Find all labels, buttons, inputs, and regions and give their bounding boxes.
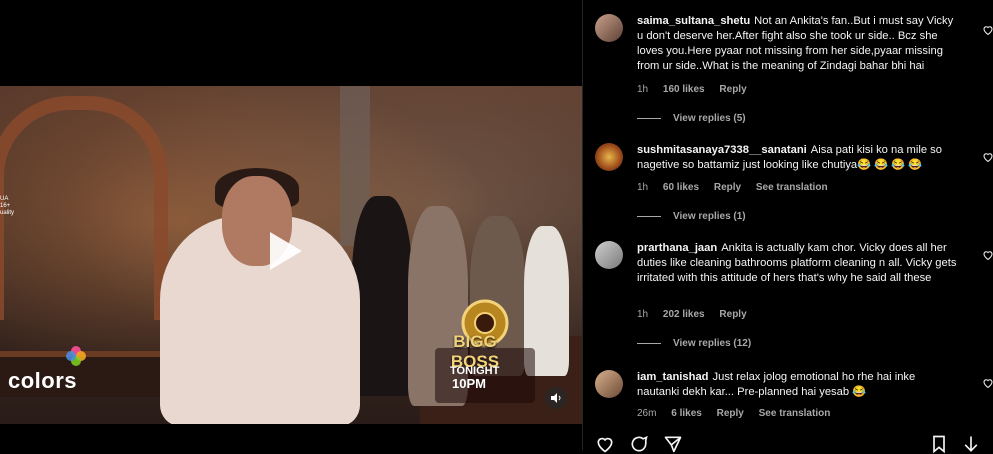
comment-likes[interactable]: 6 likes bbox=[671, 408, 702, 419]
heart-icon[interactable] bbox=[982, 377, 993, 389]
divider-line bbox=[637, 117, 661, 119]
avatar[interactable] bbox=[595, 14, 623, 42]
comment-username[interactable]: sushmitasanaya7338__sanatani bbox=[637, 144, 807, 156]
comment-meta: 1h 160 likes Reply bbox=[637, 84, 759, 95]
comments-pane[interactable]: saima_sultana_shetu Not an Ankita's fan..… bbox=[582, 0, 993, 454]
like-heart-icon[interactable] bbox=[595, 434, 615, 454]
view-replies-label: View replies (1) bbox=[673, 211, 746, 222]
comment-time: 1h bbox=[637, 182, 649, 193]
heart-icon[interactable] bbox=[982, 24, 993, 36]
avatar[interactable] bbox=[595, 143, 623, 171]
comment-reply-button[interactable]: Reply bbox=[719, 84, 746, 95]
share-icon[interactable] bbox=[663, 434, 683, 454]
colors-logo-text: colors bbox=[8, 368, 78, 393]
bookmark-icon[interactable] bbox=[929, 434, 949, 454]
comment-reply-button[interactable]: Reply bbox=[717, 408, 744, 419]
heart-icon[interactable] bbox=[982, 249, 993, 261]
avatar[interactable] bbox=[595, 370, 623, 398]
comment-body: prarthana_jaan Ankita is actually kam cho… bbox=[637, 241, 957, 286]
colors-logo-flower-icon bbox=[66, 346, 86, 366]
divider-line bbox=[637, 342, 661, 344]
view-replies-label: View replies (5) bbox=[673, 113, 746, 124]
comment-body: iam_tanishad Just relax jolog emotional h… bbox=[637, 370, 957, 400]
bigg-boss-time: 10PM bbox=[452, 376, 486, 391]
comment-icon[interactable] bbox=[629, 434, 649, 454]
comment-likes[interactable]: 60 likes bbox=[663, 182, 699, 193]
divider-line bbox=[637, 215, 661, 217]
view-replies-button[interactable]: View replies (5) bbox=[637, 113, 746, 124]
down-arrow-icon[interactable] bbox=[961, 434, 981, 454]
see-translation-button[interactable]: See translation bbox=[759, 408, 831, 419]
person-figure bbox=[352, 196, 412, 396]
comment-reply-button[interactable]: Reply bbox=[719, 309, 746, 320]
avatar[interactable] bbox=[595, 241, 623, 269]
comment-meta: 1h 60 likes Reply See translation bbox=[637, 182, 840, 193]
comment-likes[interactable]: 202 likes bbox=[663, 309, 705, 320]
comment-time: 1h bbox=[637, 309, 649, 320]
comment-username[interactable]: saima_sultana_shetu bbox=[637, 15, 750, 27]
comment-reply-button[interactable]: Reply bbox=[714, 182, 741, 193]
view-replies-label: View replies (12) bbox=[673, 338, 752, 349]
background-arch bbox=[0, 96, 168, 320]
comment-meta: 1h 202 likes Reply bbox=[637, 309, 759, 320]
comment-likes[interactable]: 160 likes bbox=[663, 84, 705, 95]
comment-time: 26m bbox=[637, 408, 657, 419]
see-translation-button[interactable]: See translation bbox=[756, 182, 828, 193]
mute-icon[interactable] bbox=[545, 387, 567, 409]
comment-username[interactable]: prarthana_jaan bbox=[637, 242, 717, 254]
view-replies-button[interactable]: View replies (1) bbox=[637, 211, 746, 222]
heart-icon[interactable] bbox=[982, 151, 993, 163]
comment-time: 1h bbox=[637, 84, 649, 95]
channel-rating-tag: UA 16+ uality bbox=[0, 196, 15, 216]
comment-body: sushmitasanaya7338__sanatani Aisa pati ki… bbox=[637, 143, 957, 173]
play-icon[interactable] bbox=[258, 226, 308, 276]
view-replies-button[interactable]: View replies (12) bbox=[637, 338, 751, 349]
video-pane[interactable]: UA 16+ uality colors BIGG BOSS TONIGHT 1… bbox=[0, 0, 582, 450]
comment-meta: 26m 6 likes Reply See translation bbox=[637, 408, 842, 419]
comment-body: saima_sultana_shetu Not an Ankita's fan..… bbox=[637, 14, 957, 74]
comment-username[interactable]: iam_tanishad bbox=[637, 371, 709, 383]
post-action-bar bbox=[583, 432, 993, 454]
